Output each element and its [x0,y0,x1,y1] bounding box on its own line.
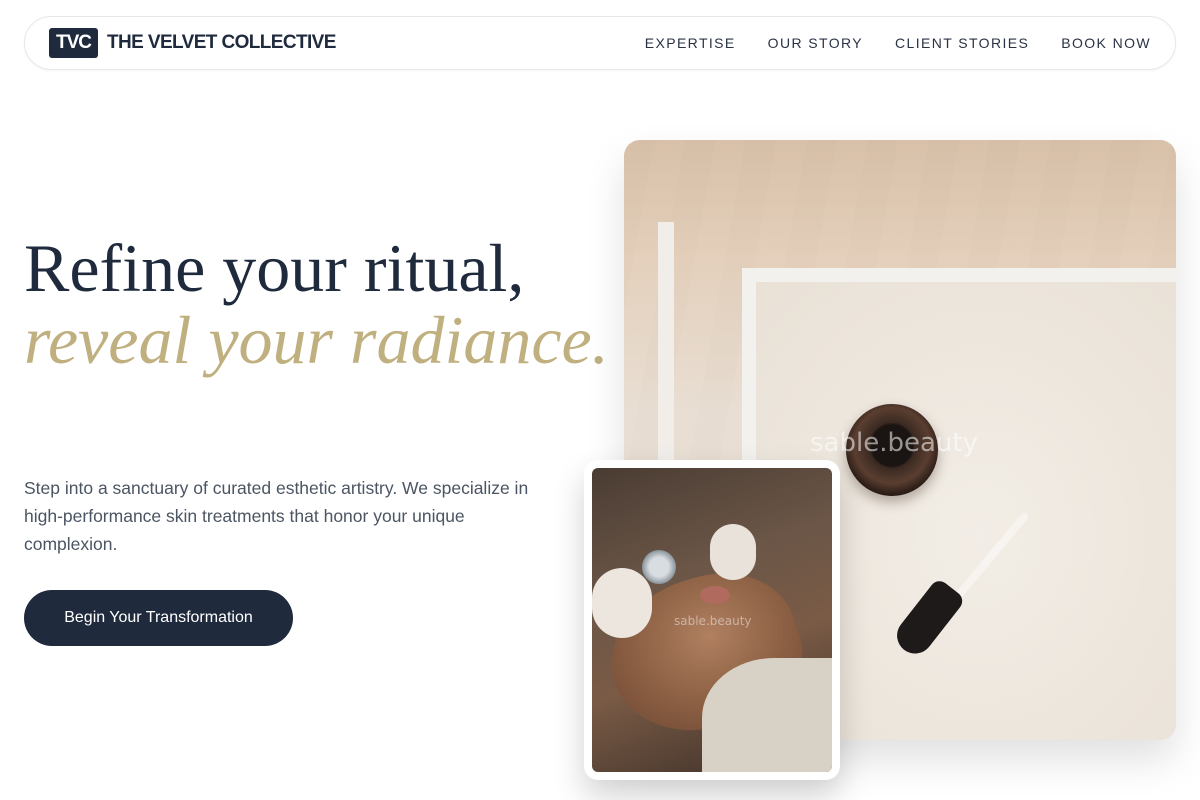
logo-mark: TVC [49,28,98,58]
secondary-image-watermark: sable.beauty [674,614,752,628]
treatment-tool [642,550,676,584]
brand-name: THE VELVET COLLECTIVE [107,32,336,53]
hero-title: Refine your ritual, reveal your radiance… [24,232,609,376]
hero-secondary-image: sable.beauty [584,460,840,780]
nav-link-client-stories[interactable]: CLIENT STORIES [895,35,1029,51]
nav-links: EXPERTISE OUR STORY CLIENT STORIES BOOK … [645,35,1151,51]
gloved-hand-right [710,524,756,580]
hero-description: Step into a sanctuary of curated estheti… [24,478,529,554]
main-image-watermark: sable.beauty [810,428,978,458]
nav-link-expertise[interactable]: EXPERTISE [645,35,736,51]
nav-link-book-now[interactable]: BOOK NOW [1061,35,1151,51]
lips-shape [700,586,730,604]
gloved-hand [592,568,652,638]
hero-title-line1: Refine your ritual, [24,230,525,306]
brand-logo[interactable]: TVC THE VELVET COLLECTIVE [49,28,336,58]
facial-treatment-photo: sable.beauty [592,468,832,772]
top-navigation: TVC THE VELVET COLLECTIVE EXPERTISE OUR … [24,16,1176,70]
begin-transformation-button[interactable]: Begin Your Transformation [24,590,293,646]
nav-link-our-story[interactable]: OUR STORY [768,35,863,51]
towel-shape [702,658,832,772]
hero-title-line2: reveal your radiance. [24,302,609,378]
